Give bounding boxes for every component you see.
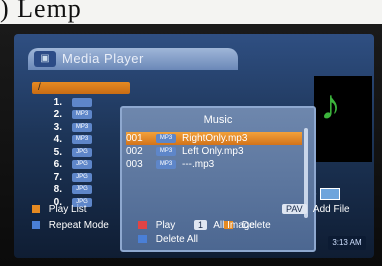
file-row-number: 1.	[53, 96, 62, 108]
file-row-number: 6.	[53, 159, 62, 171]
music-item-name: ---.mp3	[182, 159, 215, 170]
orange-key-icon	[32, 205, 40, 214]
bottom-add-file[interactable]: PAV Add File	[282, 204, 350, 215]
file-row-number: 2.	[53, 109, 62, 121]
file-type-badge: MP3	[72, 122, 92, 132]
file-type-badge: JPG	[72, 160, 92, 170]
all-image-key: 1	[194, 220, 208, 230]
add-file-key: PAV	[282, 204, 307, 214]
file-type-badge	[72, 97, 92, 107]
add-file-label: Add File	[312, 204, 350, 215]
music-item-number: 001	[126, 133, 143, 144]
red-key-icon	[138, 221, 147, 230]
file-list: / 1. 2. MP3 3. MP3 4. MP3 5. JPG 6. JPG 7. JPG 8. JPG 0…	[32, 82, 130, 209]
legend-delete-all-label: Delete All	[155, 234, 199, 245]
bottom-play-list[interactable]: Play List	[32, 204, 87, 215]
music-item-1[interactable]: 001 MP3 RightOnly.mp3	[126, 132, 302, 145]
file-list-row[interactable]: 6. JPG	[32, 159, 130, 172]
music-item-name: RightOnly.mp3	[182, 133, 248, 144]
music-item-name: Left Only.mp3	[182, 146, 244, 157]
play-list-label: Play List	[48, 204, 87, 215]
file-list-row[interactable]: 7. JPG	[32, 171, 130, 184]
file-list-row[interactable]: 4. MP3	[32, 134, 130, 147]
preview-pane: ♪	[314, 76, 372, 162]
file-row-number: 5.	[53, 146, 62, 158]
bottom-all-image[interactable]: 1 All Image	[194, 220, 255, 231]
file-list-row[interactable]: 1.	[32, 96, 130, 109]
blue-key-icon	[138, 235, 147, 244]
folder-icon	[319, 188, 340, 200]
file-row-number: 7.	[53, 171, 62, 183]
current-path[interactable]: /	[32, 82, 130, 94]
file-type-badge: MP3	[72, 135, 92, 145]
photo-top-area: ) Lemp	[0, 0, 382, 24]
title-bar: ▣ Media Player	[28, 48, 238, 70]
all-image-label: All Image	[213, 220, 255, 231]
music-item-number: 002	[126, 146, 143, 157]
file-row-number: 8.	[53, 184, 62, 196]
mp3-badge: MP3	[156, 134, 176, 143]
music-item-number: 003	[126, 159, 143, 170]
clock: 3:13 AM	[328, 236, 366, 250]
repeat-mode-label: Repeat Mode	[48, 220, 109, 231]
file-list-row[interactable]: 3. MP3	[32, 121, 130, 134]
dialog-title: Music	[203, 114, 233, 126]
legend-delete-all: Delete All	[138, 234, 198, 245]
file-type-badge: JPG	[72, 147, 92, 157]
music-item-3[interactable]: 003 MP3 ---.mp3	[126, 158, 302, 171]
mp3-badge: MP3	[156, 147, 176, 156]
music-note-icon: ♪	[320, 81, 341, 128]
file-type-badge: MP3	[72, 110, 92, 120]
top-text-fragment: ) Lemp	[0, 0, 82, 23]
file-type-badge: JPG	[72, 172, 92, 182]
legend-play: Play	[138, 220, 175, 231]
media-player-icon: ▣	[34, 51, 56, 67]
file-row-number: 3.	[53, 121, 62, 133]
music-item-2[interactable]: 002 MP3 Left Only.mp3	[126, 145, 302, 158]
legend-play-label: Play	[155, 220, 176, 231]
bottom-repeat-mode[interactable]: Repeat Mode	[32, 220, 109, 231]
file-type-badge: JPG	[72, 185, 92, 195]
blue-key-icon	[32, 221, 40, 230]
file-list-row[interactable]: 5. JPG	[32, 146, 130, 159]
mp3-badge: MP3	[156, 160, 176, 169]
screen: ▣ Media Player / 1. 2. MP3 3. MP3 4. MP3 5. JPG 6…	[14, 34, 374, 258]
folder-thumb: ♪	[312, 188, 344, 204]
file-list-row[interactable]: 2. MP3	[32, 109, 130, 122]
file-row-number: 4.	[53, 134, 62, 146]
file-list-row[interactable]: 8. JPG	[32, 184, 130, 197]
app-title: Media Player	[62, 51, 144, 66]
